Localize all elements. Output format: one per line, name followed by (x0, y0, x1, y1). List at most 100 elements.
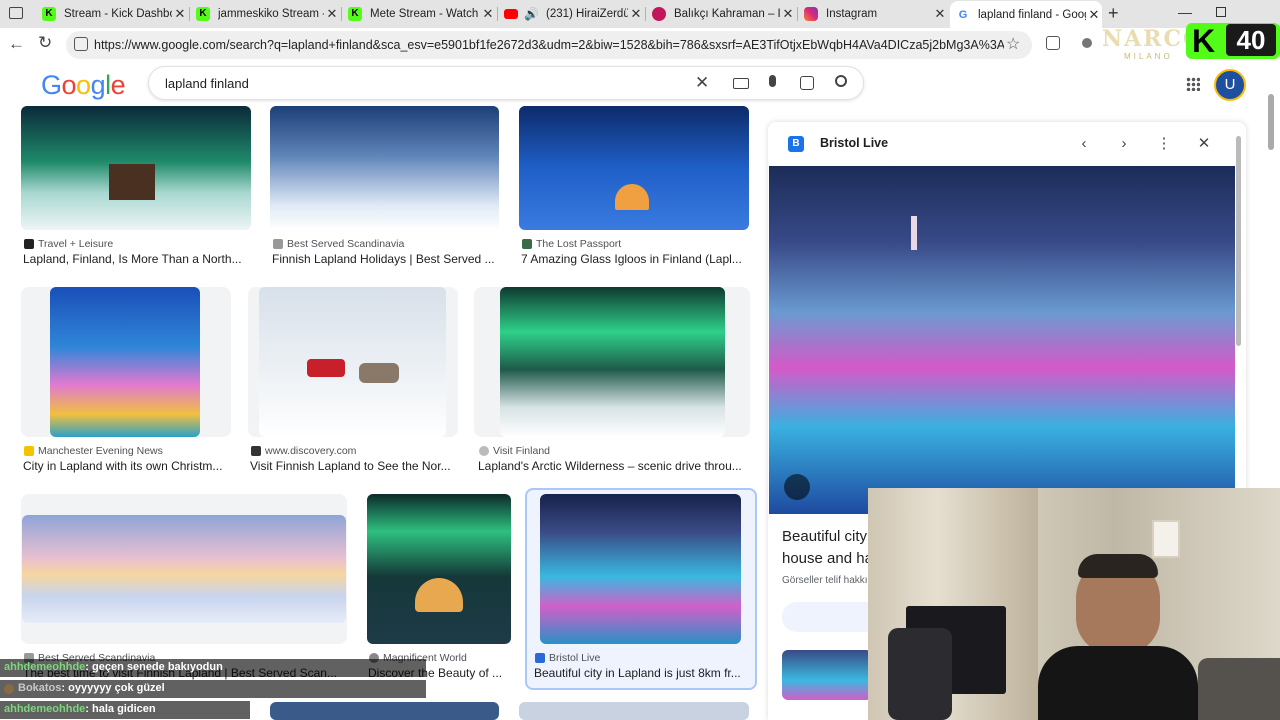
search-box[interactable]: lapland finland ✕ (148, 66, 864, 100)
close-icon[interactable]: ✕ (780, 6, 796, 22)
result-caption[interactable]: Visit Finnish Lapland to See the Nor... (250, 459, 456, 473)
close-icon[interactable]: ✕ (932, 6, 948, 22)
youtube-icon (504, 9, 518, 19)
close-icon[interactable]: ✕ (1194, 134, 1214, 154)
keyboard-icon[interactable] (733, 78, 749, 89)
result-caption[interactable]: Lapland, Finland, Is More Than a North..… (23, 252, 249, 266)
tab-jammeskiko[interactable]: K jammeskiko Stream - V ✕ (190, 2, 340, 26)
close-icon[interactable]: ✕ (628, 6, 644, 22)
previous-icon[interactable]: ‹ (1074, 134, 1094, 154)
result-source: Manchester Evening News (24, 445, 163, 457)
lens-search-icon[interactable] (784, 474, 810, 500)
result-image-partial[interactable] (270, 702, 499, 720)
panel-source-name[interactable]: Bristol Live (820, 136, 888, 150)
avatar[interactable]: U (1214, 69, 1246, 101)
wall-frame (1152, 520, 1180, 558)
tab-mete-stream[interactable]: K Mete Stream - Watch L ✕ (342, 2, 496, 26)
kick-icon: K (42, 7, 56, 21)
source-icon (24, 239, 34, 249)
result-image-partial[interactable] (519, 702, 749, 720)
more-options-icon[interactable]: ⋮ (1154, 134, 1174, 154)
panel-scrollbar[interactable] (1236, 136, 1241, 346)
microphone-icon[interactable] (769, 75, 776, 87)
close-icon[interactable]: ✕ (172, 6, 188, 22)
tab-title: Instagram (826, 8, 878, 20)
maximize-button[interactable] (1216, 7, 1226, 17)
browser-toolbar: ← ↻ https://www.google.com/search?q=lapl… (0, 28, 1280, 62)
tab-instagram[interactable]: Instagram ✕ (798, 2, 948, 26)
tab-title: Stream - Kick Dashboard (64, 8, 172, 20)
badge-count: 40 (1226, 24, 1276, 56)
kick-icon: K (348, 7, 362, 21)
site-icon (652, 7, 666, 21)
close-icon[interactable]: ✕ (324, 6, 340, 22)
chat-message: ahhdemeohhde: hala gidicen (0, 701, 250, 719)
profile-sync-icon[interactable] (1082, 38, 1092, 48)
reload-icon[interactable]: ↻ (38, 33, 52, 53)
result-image-8[interactable] (367, 494, 511, 644)
result-caption[interactable]: 7 Amazing Glass Igloos in Finland (Lapl.… (521, 252, 747, 266)
google-icon: G (956, 7, 970, 22)
result-image-7[interactable] (22, 515, 346, 623)
result-image-1[interactable] (21, 106, 251, 230)
site-info-icon[interactable] (74, 37, 88, 51)
tab-youtube[interactable]: 🔊 (231) HiraiZerdüş ✕ (498, 2, 644, 26)
apps-grid-icon[interactable] (1186, 77, 1200, 91)
tab-list-icon[interactable] (9, 7, 23, 19)
tab-kick-dashboard[interactable]: K Stream - Kick Dashboard ✕ (36, 2, 188, 26)
result-caption[interactable]: Beautiful city in Lapland is just 8km fr… (534, 666, 750, 680)
preview-image[interactable] (769, 166, 1235, 514)
result-image-2[interactable] (270, 106, 499, 230)
result-caption[interactable]: Finnish Lapland Holidays | Best Served .… (272, 252, 498, 266)
google-logo[interactable]: Google (41, 70, 126, 101)
search-input[interactable]: lapland finland (165, 76, 249, 91)
tab-google-search[interactable]: G lapland finland - Goog ✕ (950, 1, 1102, 28)
related-image[interactable] (782, 650, 872, 700)
address-bar[interactable]: https://www.google.com/search?q=lapland+… (66, 31, 1032, 59)
tab-title: lapland finland - Goog (978, 8, 1086, 21)
webcam-overlay (868, 488, 1280, 720)
result-source: Visit Finland (479, 445, 550, 457)
chat-text: : oyyyyyy çok güzel (61, 682, 165, 694)
panel-title[interactable]: Beautiful city (782, 528, 867, 545)
kick-overlay-badge: K 40 (1186, 23, 1280, 59)
close-icon[interactable]: ✕ (480, 6, 496, 22)
tab-title: Balıkçı Kahraman – İsta (674, 8, 780, 20)
user-badge-icon (4, 684, 14, 694)
instagram-icon (804, 7, 818, 21)
search-icon[interactable] (835, 75, 847, 87)
url-text[interactable]: https://www.google.com/search?q=lapland+… (94, 38, 1004, 52)
source-icon (273, 239, 283, 249)
result-caption[interactable]: City in Lapland with its own Christm... (23, 459, 229, 473)
result-image-4[interactable] (50, 287, 200, 437)
visit-button[interactable] (782, 602, 882, 632)
result-image-9[interactable] (540, 494, 741, 644)
bookmark-star-icon[interactable]: ☆ (1006, 34, 1020, 54)
back-icon[interactable]: ← (8, 34, 25, 54)
camera-search-icon[interactable] (800, 76, 814, 90)
panel-title-cont[interactable]: house and ha (782, 550, 873, 567)
result-source: Travel + Leisure (24, 238, 113, 250)
streamer-hair (1078, 554, 1158, 578)
result-caption[interactable]: Lapland's Arctic Wilderness – scenic dri… (478, 459, 748, 473)
tab-title: (231) HiraiZerdüş (546, 8, 628, 20)
new-tab-button[interactable]: + (1108, 3, 1119, 24)
source-favicon: B (788, 136, 804, 152)
tab-balikci[interactable]: Balıkçı Kahraman – İsta ✕ (646, 2, 796, 26)
result-source: www.discovery.com (251, 445, 356, 457)
next-icon[interactable]: › (1114, 134, 1134, 154)
extensions-icon[interactable] (1046, 36, 1060, 50)
tab-strip: K Stream - Kick Dashboard ✕ K jammeskiko… (0, 0, 1280, 28)
speaker-icon[interactable]: 🔊 (524, 7, 539, 21)
clear-icon[interactable]: ✕ (695, 73, 709, 93)
google-header: Google lapland finland ✕ U (0, 62, 1280, 106)
result-image-3[interactable] (519, 106, 749, 230)
result-source: The Lost Passport (522, 238, 621, 250)
minimize-button[interactable]: — (1178, 4, 1192, 20)
kick-logo-icon: K (1192, 23, 1216, 59)
result-image-5[interactable] (259, 287, 446, 437)
close-icon[interactable]: ✕ (1086, 7, 1102, 23)
kick-icon: K (196, 7, 210, 21)
page-scrollbar[interactable] (1268, 94, 1274, 150)
result-image-6[interactable] (500, 287, 725, 437)
